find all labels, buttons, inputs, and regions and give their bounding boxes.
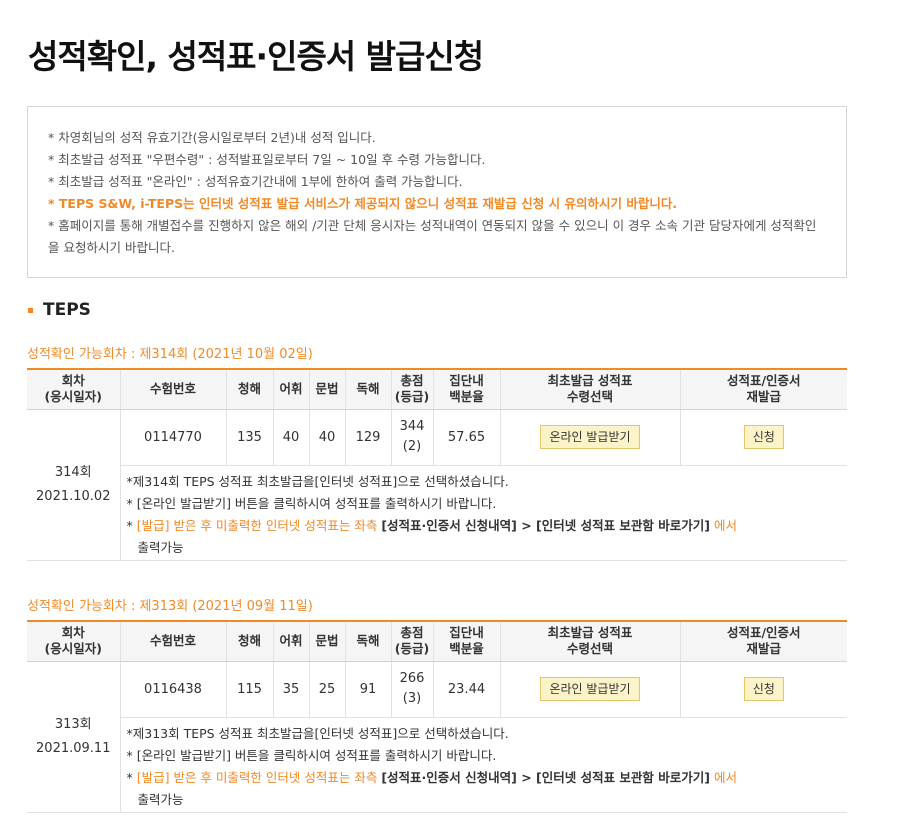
listening-cell: 135 bbox=[225, 409, 273, 466]
section-title: TEPS bbox=[28, 300, 91, 320]
round-caption: 성적확인 가능회차 : 제314회 (2021년 10월 02일) bbox=[27, 347, 313, 362]
online-issue-button[interactable]: 온라인 발급받기 bbox=[540, 425, 640, 449]
header-vocab: 어휘 bbox=[272, 369, 309, 410]
vocab-cell: 35 bbox=[272, 661, 309, 718]
percentile-cell: 23.44 bbox=[432, 661, 500, 718]
square-bullet-icon bbox=[28, 307, 33, 313]
header-reissue: 성적표/인증서 재발급 bbox=[679, 621, 847, 662]
score-table: 회차 (응시일자) 수험번호 청해 어휘 문법 독해 총점 (등급) 집단내 백분율 … bbox=[27, 368, 847, 561]
header-percentile: 집단내 백분율 bbox=[432, 369, 500, 410]
exam-no-cell: 0114770 bbox=[119, 409, 226, 466]
round-cell: 313회 2021.09.11 bbox=[27, 661, 120, 813]
message-line-print: * [온라인 발급받기] 버튼을 클릭하시여 성적표를 출력하시기 바랍니다. bbox=[126, 747, 497, 763]
total-cell: 266 (3) bbox=[390, 661, 433, 718]
header-first-issue: 최초발급 성적표 수령선택 bbox=[499, 369, 680, 410]
total-cell: 344 (2) bbox=[390, 409, 433, 466]
message-row: *제313회 TEPS 성적표 최초발급을[인터넷 성적표]으로 선택하셨습니다… bbox=[27, 717, 847, 813]
notice-line-warning: * TEPS S&W, i-TEPS는 인터넷 성적표 발급 서비스가 제공되지… bbox=[48, 196, 678, 211]
notice-line-validity: * 차영회님의 성적 유효기간(응시일로부터 2년)내 성적 입니다. bbox=[48, 130, 376, 145]
reissue-cell: 신청 bbox=[679, 409, 847, 466]
table-row: 313회 2021.09.11 0116438 115 35 25 91 266(… bbox=[27, 661, 847, 813]
page-title: 성적확인, 성적표·인증서 발급신청 bbox=[28, 37, 484, 76]
header-reissue: 성적표/인증서 재발급 bbox=[679, 369, 847, 410]
header-total: 총점 (등급) bbox=[390, 369, 433, 410]
exam-no-cell: 0116438 bbox=[119, 661, 226, 718]
message-line-printable: 출력가능 bbox=[137, 791, 184, 807]
grammar-cell: 25 bbox=[308, 661, 345, 718]
reissue-apply-button[interactable]: 신청 bbox=[743, 677, 784, 701]
notice-line-overseas: * 홈페이지를 통해 개별접수를 진행하지 않은 해외 /기관 단체 응시자는 … bbox=[48, 218, 817, 255]
header-listening: 청해 bbox=[225, 369, 273, 410]
header-grammar: 문법 bbox=[308, 621, 345, 662]
round-caption: 성적확인 가능회차 : 제313회 (2021년 09월 11일) bbox=[27, 599, 313, 614]
table-header-row: 회차 (응시일자) 수험번호 청해 어휘 문법 독해 총점 (등급) 집단내 백분율 … bbox=[27, 369, 847, 410]
grammar-cell: 40 bbox=[308, 409, 345, 466]
listening-cell: 115 bbox=[225, 661, 273, 718]
score-table: 회차 (응시일자) 수험번호 청해 어휘 문법 독해 총점 (등급) 집단내 백분율 … bbox=[27, 620, 847, 813]
section-title-text: TEPS bbox=[43, 300, 91, 320]
header-vocab: 어휘 bbox=[272, 621, 309, 662]
first-issue-cell: 온라인 발급받기 bbox=[499, 409, 680, 466]
notice-box: * 차영회님의 성적 유효기간(응시일로부터 2년)내 성적 입니다. * 최초… bbox=[27, 106, 847, 278]
message-line-printable: 출력가능 bbox=[137, 539, 184, 555]
header-percentile: 집단내 백분율 bbox=[432, 621, 500, 662]
reading-cell: 129 bbox=[344, 409, 391, 466]
message-line-selected: *제313회 TEPS 성적표 최초발급을[인터넷 성적표]으로 선택하셨습니다… bbox=[126, 725, 509, 741]
header-listening: 청해 bbox=[225, 621, 273, 662]
message-line-storage: * [발급] 받은 후 미출력한 인터넷 성적표는 좌측 [성적표·인증서 신청… bbox=[126, 769, 737, 785]
message-cell: *제313회 TEPS 성적표 최초발급을[인터넷 성적표]으로 선택하셨습니다… bbox=[119, 717, 847, 813]
header-first-issue: 최초발급 성적표 수령선택 bbox=[499, 621, 680, 662]
notice-line-postal: * 최초발급 성적표 "우편수령" : 성적발표일로부터 7일 ~ 10일 후 … bbox=[48, 152, 486, 167]
header-reading: 독해 bbox=[344, 621, 391, 662]
table-row: 314회 2021.10.02 0114770 135 40 40 129 344… bbox=[27, 409, 847, 561]
storage-link[interactable]: [성적표·인증서 신청내역] > [인터넷 성적표 보관함 바로가기] bbox=[381, 518, 710, 533]
online-issue-button[interactable]: 온라인 발급받기 bbox=[540, 677, 640, 701]
reading-cell: 91 bbox=[344, 661, 391, 718]
table-header-row: 회차 (응시일자) 수험번호 청해 어휘 문법 독해 총점 (등급) 집단내 백분율 … bbox=[27, 621, 847, 662]
header-reading: 독해 bbox=[344, 369, 391, 410]
header-round: 회차 (응시일자) bbox=[27, 369, 120, 410]
header-grammar: 문법 bbox=[308, 369, 345, 410]
header-total: 총점 (등급) bbox=[390, 621, 433, 662]
reissue-cell: 신청 bbox=[679, 661, 847, 718]
notice-line-online: * 최초발급 성적표 "온라인" : 성적유효기간내에 1부에 한하여 출력 가… bbox=[48, 174, 463, 189]
message-cell: *제314회 TEPS 성적표 최초발급을[인터넷 성적표]으로 선택하셨습니다… bbox=[119, 465, 847, 561]
vocab-cell: 40 bbox=[272, 409, 309, 466]
message-line-print: * [온라인 발급받기] 버튼을 클릭하시여 성적표를 출력하시기 바랍니다. bbox=[126, 495, 497, 511]
header-exam-no: 수험번호 bbox=[119, 369, 226, 410]
first-issue-cell: 온라인 발급받기 bbox=[499, 661, 680, 718]
message-row: *제314회 TEPS 성적표 최초발급을[인터넷 성적표]으로 선택하셨습니다… bbox=[27, 465, 847, 561]
percentile-cell: 57.65 bbox=[432, 409, 500, 466]
header-exam-no: 수험번호 bbox=[119, 621, 226, 662]
message-line-storage: * [발급] 받은 후 미출력한 인터넷 성적표는 좌측 [성적표·인증서 신청… bbox=[126, 517, 737, 533]
reissue-apply-button[interactable]: 신청 bbox=[743, 425, 784, 449]
round-cell: 314회 2021.10.02 bbox=[27, 409, 120, 561]
storage-link[interactable]: [성적표·인증서 신청내역] > [인터넷 성적표 보관함 바로가기] bbox=[381, 770, 710, 785]
header-round: 회차 (응시일자) bbox=[27, 621, 120, 662]
message-line-selected: *제314회 TEPS 성적표 최초발급을[인터넷 성적표]으로 선택하셨습니다… bbox=[126, 473, 509, 489]
